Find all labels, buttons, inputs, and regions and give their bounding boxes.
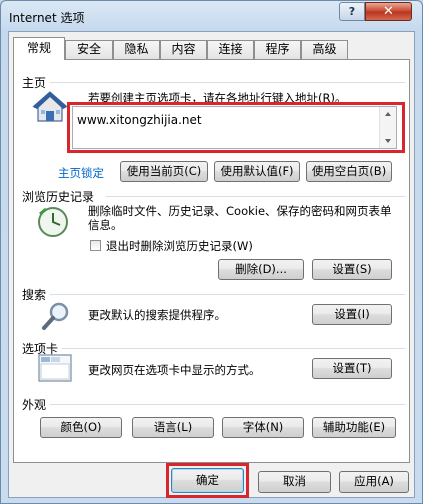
- delete-on-exit-checkbox[interactable]: [90, 240, 101, 251]
- group-divider: [50, 404, 405, 405]
- tab-security[interactable]: 安全: [65, 40, 113, 59]
- tabs-settings-button[interactable]: 设置(T): [312, 358, 392, 379]
- tabs-description: 更改网页在选项卡中显示的方式。: [88, 363, 261, 377]
- tab-privacy[interactable]: 隐私: [113, 40, 160, 59]
- group-divider: [62, 348, 405, 349]
- close-button[interactable]: ✕: [365, 2, 412, 21]
- homepage-url-text: www.xitongzhijia.net: [77, 113, 202, 127]
- history-settings-button[interactable]: 设置(S): [312, 259, 392, 280]
- window-title: Internet 选项: [9, 11, 85, 25]
- history-clock-icon: [38, 207, 68, 237]
- accessibility-button[interactable]: 辅助功能(E): [312, 417, 396, 438]
- homepage-locked-link[interactable]: 主页锁定: [58, 165, 104, 181]
- help-button[interactable]: ?: [339, 2, 365, 21]
- tab-programs[interactable]: 程序: [254, 40, 301, 59]
- delete-on-exit-label: 退出时删除浏览历史记录(W): [106, 239, 253, 253]
- internet-options-window: Internet 选项 ? ✕ 常规 安全 隐私 内容 连接 程序 高级 主页 …: [0, 0, 423, 504]
- search-magnifier-icon: [42, 302, 69, 330]
- group-divider: [50, 82, 405, 83]
- fonts-button[interactable]: 字体(N): [222, 417, 304, 438]
- delete-history-button[interactable]: 删除(D)...: [218, 259, 304, 280]
- scroll-up-icon[interactable]: [385, 112, 391, 116]
- homepage-url-field[interactable]: www.xitongzhijia.net: [72, 106, 397, 149]
- history-group-label: 浏览历史记录: [22, 190, 95, 204]
- languages-button[interactable]: 语言(L): [132, 417, 214, 438]
- scroll-down-icon[interactable]: [385, 139, 391, 143]
- use-current-button[interactable]: 使用当前页(C): [120, 161, 208, 182]
- general-panel: 主页 若要创建主页选项卡，请在各地址行键入地址(R)。 www.xitongzh…: [13, 59, 410, 463]
- apply-button[interactable]: 应用(A): [339, 471, 409, 493]
- ok-button[interactable]: 确定: [171, 468, 244, 493]
- tab-connections[interactable]: 连接: [207, 40, 254, 59]
- use-blank-button[interactable]: 使用空白页(B): [306, 161, 392, 182]
- search-settings-button[interactable]: 设置(I): [312, 304, 392, 325]
- group-divider: [50, 294, 405, 295]
- tab-advanced[interactable]: 高级: [301, 40, 348, 59]
- tabs-window-icon: [38, 354, 72, 382]
- history-description: 删除临时文件、历史记录、Cookie、保存的密码和网页表单信息。: [88, 204, 392, 232]
- tab-general[interactable]: 常规: [13, 37, 65, 60]
- search-description: 更改默认的搜索提供程序。: [88, 308, 226, 322]
- cancel-button[interactable]: 取消: [258, 471, 331, 493]
- house-icon: [32, 91, 68, 122]
- homepage-group-label: 主页: [22, 76, 47, 90]
- use-default-button[interactable]: 使用默认值(F): [214, 161, 300, 182]
- tab-content[interactable]: 内容: [160, 40, 207, 59]
- group-divider: [106, 196, 405, 197]
- url-scrollbar[interactable]: [379, 107, 396, 148]
- dialog-client: 常规 安全 隐私 内容 连接 程序 高级 主页 若要创建主页选项卡，请在各地址行…: [8, 31, 415, 498]
- appearance-group-label: 外观: [22, 398, 47, 412]
- title-bar: Internet 选项 ? ✕: [1, 1, 422, 31]
- colors-button[interactable]: 颜色(O): [40, 417, 122, 438]
